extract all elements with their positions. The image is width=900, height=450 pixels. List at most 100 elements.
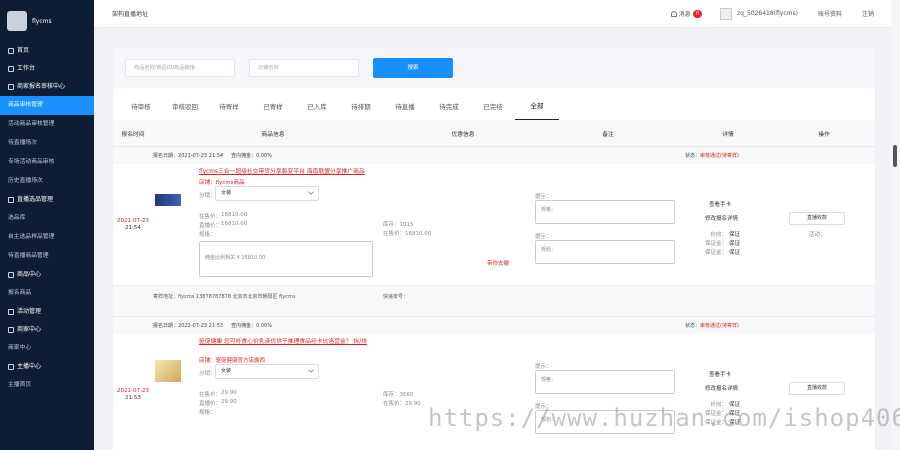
order-time: 21:53 [125,395,141,401]
status-tab[interactable]: 审核驳回 [163,101,207,120]
sidebar-item[interactable]: 活动商品审核管理 [0,115,94,134]
product-image[interactable] [155,360,181,382]
edit-signup-link[interactable]: 修改报名详情 [705,214,738,222]
sidebar-section-label: 商家报名审核中心 [17,83,66,90]
store-name[interactable]: 店铺：flycms商品 [199,178,244,186]
product-title[interactable]: 驱促健康 您可杯食心价乳液优供于推理食品经卡比洛营金？ 拆/烧 [199,338,379,346]
page-title: 架构直播地址 [112,11,149,18]
menu-icon [8,272,14,278]
sidebar-section[interactable]: 商家中心 [0,321,94,339]
status-tab[interactable]: 待排期 [339,101,383,120]
messages-link[interactable]: 消息 [679,9,691,18]
view-sample-link[interactable]: 查看手卡 [709,200,731,208]
status-value[interactable]: 审核通过(待寄样) [700,153,739,159]
menu-icon [8,309,14,315]
express-number: 快递单号： [383,293,409,300]
sku-value: 女装 [221,190,232,196]
sidebar-item[interactable]: 选品库 [0,209,94,228]
sidebar-section[interactable]: 活动管理 [0,303,94,321]
status-tab[interactable]: 待直播 [383,101,427,120]
detail-value: 保证 [729,241,741,247]
sidebar-section[interactable]: 直播选品管理 [0,191,94,209]
signup-date: 报名日期：2021-07-23 21:54 [153,153,224,159]
sidebar-item[interactable]: 待直播场次 [0,134,94,153]
promo-link[interactable]: 带你去搬 [487,259,509,267]
product-image[interactable] [155,194,181,206]
table-header: 报名时间 商品信息 优惠信息 备注 详情 操作 [113,120,875,146]
sidebar-item[interactable]: 专场活动商品审核 [0,153,94,172]
spec-label: 规格： [199,410,216,416]
note1-textarea[interactable]: 规格： [535,200,675,224]
sku-label: 分销： [199,371,216,377]
sidebar-section-label: 工作台 [17,65,36,72]
messages-badge: 0 [692,9,702,18]
menu-icon [8,364,14,370]
live-price-value: 29.90 [221,399,237,405]
coupon-textarea[interactable]: 佣金比例相关 ¥ 16810.00 [199,241,373,277]
product-title[interactable]: flycms三合一超级社交带货分享裂变平台 海南联盟分享推广商品 [199,168,379,176]
price-label: 在售价： [199,390,221,398]
status-tab[interactable]: 已寄样 [251,101,295,120]
user-name[interactable]: zq_5026418(flycms) [737,10,798,17]
sidebar-section[interactable]: 首页 [0,42,94,60]
sidebar-item[interactable]: 自主选品样品管理 [0,228,94,247]
sku-select[interactable]: 女装 [215,364,319,379]
search-button[interactable]: 搜索 [373,58,453,78]
note1-textarea[interactable]: 规格： [535,370,675,394]
signup-date: 报名日期：2021-07-23 21:53 [153,323,224,329]
sidebar-item[interactable]: 历史直播场次 [0,172,94,191]
menu-icon [8,327,14,333]
view-sample-link[interactable]: 查看手卡 [709,370,731,378]
edit-signup-link[interactable]: 修改报名详情 [705,384,738,392]
order-status: 状态：审核通过(待寄样) [685,322,739,329]
menu-icon [8,66,14,72]
status-tab[interactable]: 待完成 [427,101,471,120]
status-tab[interactable]: 全部 [515,100,559,120]
status-tab[interactable]: 已完结 [471,101,515,120]
store-search-input[interactable]: 店铺名称 [249,59,359,77]
topbar: 架构直播地址 消息 0 zq_5026418(flycms) 账号资料 注销 [94,0,900,28]
sidebar-item[interactable]: 商家中心 [0,339,94,358]
order-body: 2021-07-23 21:54 flycms三合一超级社交带货分享裂变平台 海南联… [113,164,875,286]
store-name[interactable]: 店铺：驱促健康官方店露西 [199,356,265,364]
status-tab[interactable]: 待寄样 [207,101,251,120]
sidebar-section[interactable]: 工作台 [0,60,94,78]
brand-avatar [7,11,27,31]
column-header: 报名时间 [121,131,145,138]
live-action-button[interactable]: 直播收款 [789,212,845,225]
sku-select[interactable]: 女装 [215,186,319,201]
user-avatar[interactable] [720,7,732,20]
live-action-button[interactable]: 直播收款 [789,382,845,395]
status-tab[interactable]: 已入库 [295,101,339,120]
scrollbar-thumb[interactable] [893,145,897,167]
menu-icon [8,84,14,90]
account-link[interactable]: 账号资料 [818,9,842,18]
sidebar-item[interactable]: 报名商品 [0,284,94,303]
sidebar-item[interactable]: 主播首页 [0,376,94,395]
order-time: 21:54 [125,225,141,231]
column-header: 操作 [818,131,830,138]
column-header: 优惠信息 [451,131,475,138]
sidebar-section-label: 商家中心 [17,326,42,333]
note1-label: 提示： [535,364,552,370]
status-tab[interactable]: 待审核 [119,101,163,120]
scrollbar[interactable] [891,0,900,450]
bell-icon[interactable] [670,10,677,17]
status-label: 状态： [685,153,701,159]
promo-price: 在售价：29.90 [383,401,421,407]
logout-link[interactable]: 注销 [862,9,874,18]
note2-textarea[interactable]: 规划： [535,240,675,264]
sidebar-section[interactable]: 商品中心 [0,266,94,284]
sidebar-section[interactable]: 商家报名审核中心 [0,78,94,96]
sidebar-section[interactable]: 主播中心 [0,358,94,376]
status-label: 状态： [685,323,701,329]
note1-label: 提示： [535,194,552,200]
sidebar-item[interactable]: 商品审核管理 [0,96,94,115]
sidebar-section-label: 商品中心 [17,271,42,278]
status-value[interactable]: 审核通过(待寄样) [700,323,739,329]
price-label: 在售价： [199,212,221,220]
product-search-input[interactable]: 商品名称/商品ID/商品链接 [125,59,235,77]
menu-icon [8,197,14,203]
sidebar-item[interactable]: 待直播商品管理 [0,247,94,266]
order-date: 2021-07-23 [117,388,149,394]
